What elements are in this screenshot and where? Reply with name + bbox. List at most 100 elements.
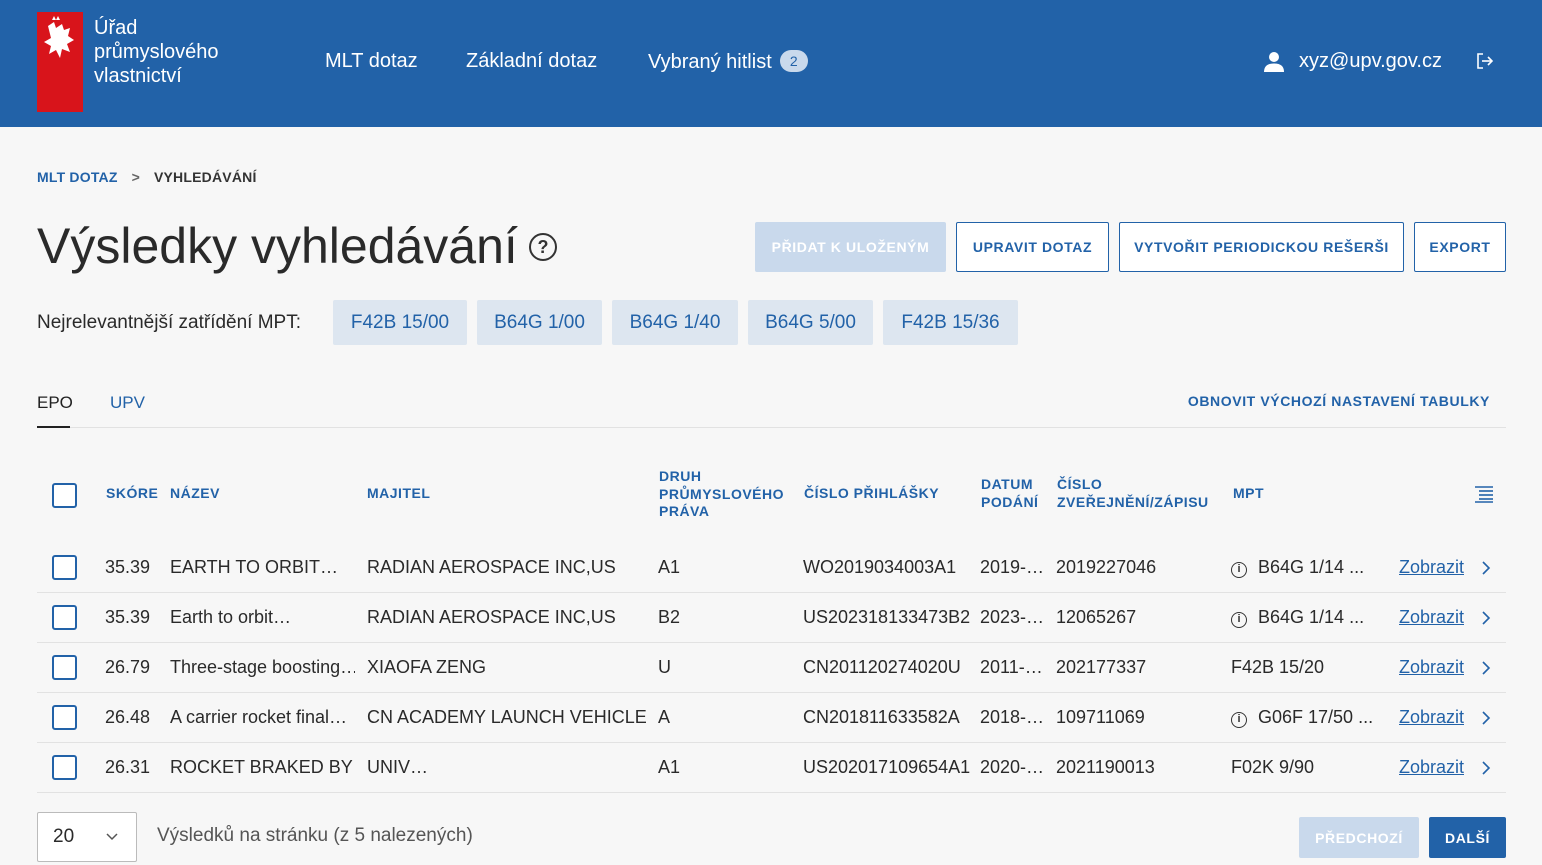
- show-detail-link[interactable]: Zobrazit: [1399, 757, 1464, 778]
- info-icon[interactable]: i: [1231, 612, 1247, 628]
- application-number-cell: US202017109654A1: [803, 757, 970, 778]
- nav-selected-hitlist[interactable]: Vybraný hitlist 2: [648, 50, 808, 74]
- previous-page-button[interactable]: PŘEDCHOZÍ: [1299, 817, 1419, 858]
- chevron-right-icon[interactable]: [1481, 561, 1491, 575]
- page-title: Výsledky vyhledávání: [37, 217, 518, 275]
- create-periodic-search-button[interactable]: VYTVOŘIT PERIODICKOU REŠERŠI: [1119, 222, 1404, 272]
- column-header-right-type[interactable]: DRUH PRŮMYSLOVÉHO PRÁVA: [659, 468, 784, 521]
- column-header-filing-date-line: DATUM: [981, 476, 1038, 494]
- logo-line-3: vlastnictví: [94, 64, 219, 88]
- column-header-name[interactable]: NÁZEV: [170, 485, 220, 503]
- chevron-right-icon[interactable]: [1481, 711, 1491, 725]
- logo-emblem[interactable]: [37, 12, 83, 112]
- column-header-filing-date[interactable]: DATUM PODÁNÍ: [981, 476, 1038, 511]
- right-type-cell: A1: [658, 557, 680, 578]
- row-checkbox[interactable]: [52, 555, 77, 580]
- export-button[interactable]: EXPORT: [1414, 222, 1506, 272]
- show-detail-link[interactable]: Zobrazit: [1399, 607, 1464, 628]
- row-checkbox[interactable]: [52, 605, 77, 630]
- name-cell: Earth to orbit…: [170, 607, 355, 628]
- table-row: 35.39 Earth to orbit… RADIAN AEROSPACE I…: [37, 593, 1506, 643]
- mpt-cell: i B64G 1/14 ...: [1231, 607, 1364, 628]
- nav-mlt-query[interactable]: MLT dotaz: [325, 50, 418, 73]
- user-email: xyz@upv.gov.cz: [1299, 50, 1442, 73]
- show-detail-link[interactable]: Zobrazit: [1399, 657, 1464, 678]
- row-checkbox[interactable]: [52, 755, 77, 780]
- results-per-page-value: 20: [53, 826, 74, 848]
- right-type-cell: U: [658, 657, 671, 678]
- column-header-application-number[interactable]: ČÍSLO PŘIHLÁŠKY: [804, 485, 939, 503]
- show-detail-link[interactable]: Zobrazit: [1399, 707, 1464, 728]
- right-type-cell: B2: [658, 607, 680, 628]
- logo-line-2: průmyslového: [94, 40, 219, 64]
- results-summary: Výsledků na stránku (z 5 nalezených): [157, 825, 473, 847]
- mpt-cell: F42B 15/20: [1231, 657, 1324, 678]
- mpt-cell: i B64G 1/14 ...: [1231, 557, 1364, 578]
- select-all-checkbox[interactable]: [52, 483, 77, 508]
- next-page-button[interactable]: DALŠÍ: [1429, 817, 1506, 858]
- chevron-right-icon[interactable]: [1481, 661, 1491, 675]
- mpt-value: B64G 1/14 ...: [1258, 557, 1364, 577]
- chevron-down-icon: [106, 830, 118, 844]
- chevron-right-icon[interactable]: [1481, 611, 1491, 625]
- add-to-saved-button[interactable]: PŘIDAT K ULOŽENÝM: [755, 222, 946, 272]
- table-row: 26.31 ROCKET BRAKED BY… UNIV… A1 US20201…: [37, 743, 1506, 793]
- lion-emblem-icon: [40, 16, 80, 66]
- info-icon[interactable]: i: [1231, 562, 1247, 578]
- column-header-score[interactable]: SKÓRE: [106, 485, 158, 503]
- publication-number-cell: 12065267: [1056, 607, 1136, 628]
- logout-icon[interactable]: [1476, 52, 1494, 75]
- tab-epo[interactable]: EPO: [37, 393, 73, 413]
- owner-cell: XIAOFA ZENG: [367, 657, 647, 678]
- chevron-right-icon[interactable]: [1481, 761, 1491, 775]
- reset-table-settings-link[interactable]: OBNOVIT VÝCHOZÍ NASTAVENÍ TABULKY: [1188, 393, 1490, 409]
- breadcrumb: MLT DOTAZ > VYHLEDÁVÁNÍ: [37, 169, 257, 185]
- score-cell: 26.31: [105, 757, 150, 778]
- breadcrumb-separator-icon: >: [132, 169, 140, 185]
- name-cell: A carrier rocket final…: [170, 707, 355, 728]
- table-row: 26.79 Three-stage boosting… XIAOFA ZENG …: [37, 643, 1506, 693]
- row-checkbox[interactable]: [52, 705, 77, 730]
- right-type-cell: A: [658, 707, 670, 728]
- publication-number-cell: 109711069: [1056, 707, 1145, 728]
- score-cell: 26.79: [105, 657, 150, 678]
- logo-text[interactable]: Úřad průmyslového vlastnictví: [94, 16, 219, 88]
- mpt-chip[interactable]: B64G 1/00: [477, 300, 602, 345]
- owner-cell: UNIV…: [367, 757, 647, 778]
- column-header-owner[interactable]: MAJITEL: [367, 485, 430, 503]
- hitlist-count-badge: 2: [780, 50, 808, 72]
- nav-selected-hitlist-label: Vybraný hitlist: [648, 51, 772, 73]
- mpt-chip[interactable]: F42B 15/00: [333, 300, 467, 345]
- score-cell: 35.39: [105, 557, 150, 578]
- edit-query-button[interactable]: UPRAVIT DOTAZ: [956, 222, 1109, 272]
- active-tab-indicator: [37, 426, 70, 428]
- publication-number-cell: 202177337: [1056, 657, 1146, 678]
- application-number-cell: US202318133473B2: [803, 607, 970, 628]
- tab-upv[interactable]: UPV: [110, 393, 145, 413]
- show-detail-link[interactable]: Zobrazit: [1399, 557, 1464, 578]
- help-icon[interactable]: ?: [529, 233, 557, 261]
- info-icon[interactable]: i: [1231, 712, 1247, 728]
- breadcrumb-current: VYHLEDÁVÁNÍ: [154, 169, 257, 185]
- nav-basic-query[interactable]: Základní dotaz: [466, 50, 597, 73]
- mpt-chip[interactable]: B64G 5/00: [748, 300, 873, 345]
- mpt-chip[interactable]: B64G 1/40: [612, 300, 738, 345]
- application-number-cell: CN201120274020U: [803, 657, 961, 678]
- column-header-right-type-line: DRUH: [659, 468, 784, 486]
- user-menu[interactable]: xyz@upv.gov.cz: [1263, 50, 1442, 73]
- results-per-page-select[interactable]: 20: [37, 812, 137, 862]
- column-header-publication-number-line: ČÍSLO: [1057, 476, 1209, 494]
- column-header-publication-number[interactable]: ČÍSLO ZVEŘEJNĚNÍ/ZÁPISU: [1057, 476, 1209, 511]
- mpt-chip[interactable]: F42B 15/36: [883, 300, 1018, 345]
- mpt-value: F42B 15/20: [1231, 657, 1324, 677]
- column-header-mpt[interactable]: MPT: [1233, 485, 1264, 503]
- filing-date-cell: 2018-…: [980, 707, 1044, 728]
- row-checkbox[interactable]: [52, 655, 77, 680]
- breadcrumb-mlt-query[interactable]: MLT DOTAZ: [37, 169, 118, 185]
- table-row: 35.39 EARTH TO ORBIT… RADIAN AEROSPACE I…: [37, 543, 1506, 593]
- logo-line-1: Úřad: [94, 16, 219, 40]
- mpt-value: B64G 1/14 ...: [1258, 607, 1364, 627]
- filing-date-cell: 2011-…: [980, 657, 1043, 678]
- publication-number-cell: 2019227046: [1056, 557, 1156, 578]
- column-settings-icon[interactable]: [1474, 485, 1494, 508]
